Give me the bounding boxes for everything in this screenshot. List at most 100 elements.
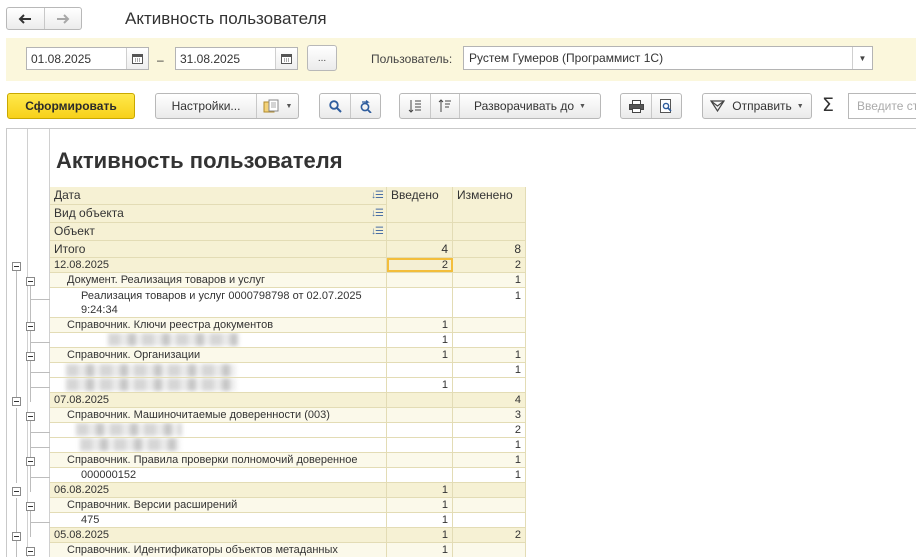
table-row[interactable]: Справочник. Правила проверки полномочий … [50,453,526,468]
table-row[interactable]: Справочник. Машиночитаемые доверенности … [50,408,526,423]
row-label-time: 9:24:34 [81,304,118,316]
report-area[interactable]: Активность пользователя Дата ↓☰ Введено … [6,128,916,557]
sort-icon[interactable]: ↓☰ [371,187,384,204]
arrow-left-icon [18,13,32,24]
collapse-all-button[interactable] [430,94,459,118]
total-row[interactable]: Итого 4 8 [50,241,526,258]
expand-all-button[interactable] [400,94,430,118]
table-row[interactable]: 07.08.2025 4 [50,393,526,408]
collapse-group-icon[interactable] [12,532,21,541]
page-title: Активность пользователя [125,9,327,28]
table-row[interactable]: 06.08.2025 1 [50,483,526,498]
forward-button[interactable] [43,8,82,29]
row-entered [387,453,453,467]
table-row[interactable]: Справочник. Идентификаторы объектов мета… [50,543,526,557]
row-changed: 1 [453,438,526,452]
row-changed [453,378,526,392]
calendar-icon[interactable] [275,48,297,69]
row-changed: 1 [453,273,526,287]
table-row[interactable]: 1 [50,438,526,453]
header-date: Дата [54,188,81,202]
row-changed [453,318,526,332]
select-period-button[interactable]: ... [307,45,337,71]
collapse-group-icon[interactable] [12,262,21,271]
generate-button-label: Сформировать [25,99,117,113]
search-next-icon [360,99,372,113]
row-label: 000000152 [50,468,387,482]
header-row: Вид объекта ↓☰ [50,205,526,223]
collapse-group-icon[interactable] [26,322,35,331]
table-row[interactable]: 1 [50,378,526,393]
table-row[interactable]: Справочник. Ключи реестра документов 1 [50,318,526,333]
row-label: 06.08.2025 [50,483,387,497]
collapse-group-icon[interactable] [26,502,35,511]
row-entered: 1 [387,348,453,362]
table-row[interactable]: 1 [50,363,526,378]
row-entered [387,393,453,407]
table-row[interactable]: 05.08.2025 1 2 [50,528,526,543]
header-object: Объект [54,224,95,238]
row-changed [453,543,526,557]
row-changed [453,483,526,497]
print-preview-button[interactable] [651,94,681,118]
variant-menu-button[interactable]: ▼ [256,94,298,118]
collapse-group-icon[interactable] [26,277,35,286]
table-row[interactable]: 475 1 [50,513,526,528]
arrow-right-icon [56,13,70,24]
collapse-group-icon[interactable] [26,412,35,421]
send-button-label: Отправить [732,99,792,113]
sort-icon[interactable]: ↓☰ [371,205,384,222]
send-button[interactable]: Отправить ▼ [702,93,812,119]
collapse-group-icon[interactable] [26,352,35,361]
row-changed [453,513,526,527]
row-entered: 1 [387,513,453,527]
table-row[interactable]: 2 [50,423,526,438]
collapse-group-icon[interactable] [12,397,21,406]
grouping-group: Разворачивать до ▼ [399,93,601,119]
table-row[interactable]: Реализация товаров и услуг 0000798798 от… [50,288,526,318]
collapse-group-icon[interactable] [12,487,21,496]
collapse-group-icon[interactable] [26,457,35,466]
row-changed: 2 [453,423,526,437]
printer-icon [628,99,644,113]
table-row[interactable]: Справочник. Версии расширений 1 [50,498,526,513]
user-value: Рустем Гумеров (Программист 1С) [469,51,664,65]
table-row[interactable]: 1 [50,333,526,348]
row-entered[interactable]: 2 [387,258,453,272]
calendar-icon[interactable] [126,48,148,69]
back-button[interactable] [7,8,44,29]
table-row[interactable]: Документ. Реализация товаров и услуг 1 [50,273,526,288]
settings-button[interactable]: Настройки... [156,94,256,118]
row-entered [387,438,453,452]
row-label: Справочник. Правила проверки полномочий … [50,453,387,467]
table-row[interactable]: Справочник. Организации 1 1 [50,348,526,363]
user-label: Пользователь: [371,52,453,66]
collapse-group-icon[interactable] [26,547,35,556]
row-changed: 4 [453,393,526,407]
table-row[interactable]: 12.08.2025 2 2 [50,258,526,273]
find-next-button[interactable] [350,94,380,118]
sort-icon[interactable]: ↓☰ [371,223,384,240]
generate-button[interactable]: Сформировать [7,93,135,119]
user-select[interactable]: Рустем Гумеров (Программист 1С) ▼ [463,46,873,70]
find-button[interactable] [320,94,350,118]
date-from-field[interactable]: 01.08.2025 [26,47,149,70]
sum-button[interactable]: Σ [822,94,834,116]
chevron-down-icon[interactable]: ▼ [852,47,872,69]
header-object-kind: Вид объекта [54,206,124,220]
row-entered: 1 [387,528,453,542]
expand-groups-icon [408,100,421,113]
redacted-text [66,378,236,391]
row-changed: 1 [453,468,526,482]
report-title: Активность пользователя [56,148,343,173]
date-to-field[interactable]: 31.08.2025 [175,47,298,70]
settings-group: Настройки... ▼ [155,93,299,119]
redacted-text [76,423,182,436]
print-group [620,93,682,119]
table-row[interactable]: 000000152 1 [50,468,526,483]
search-input[interactable]: Введите ст [848,93,916,119]
row-entered: 1 [387,543,453,557]
row-label: Справочник. Машиночитаемые доверенности … [50,408,387,422]
print-button[interactable] [621,94,651,118]
expand-to-button[interactable]: Разворачивать до ▼ [459,94,600,118]
